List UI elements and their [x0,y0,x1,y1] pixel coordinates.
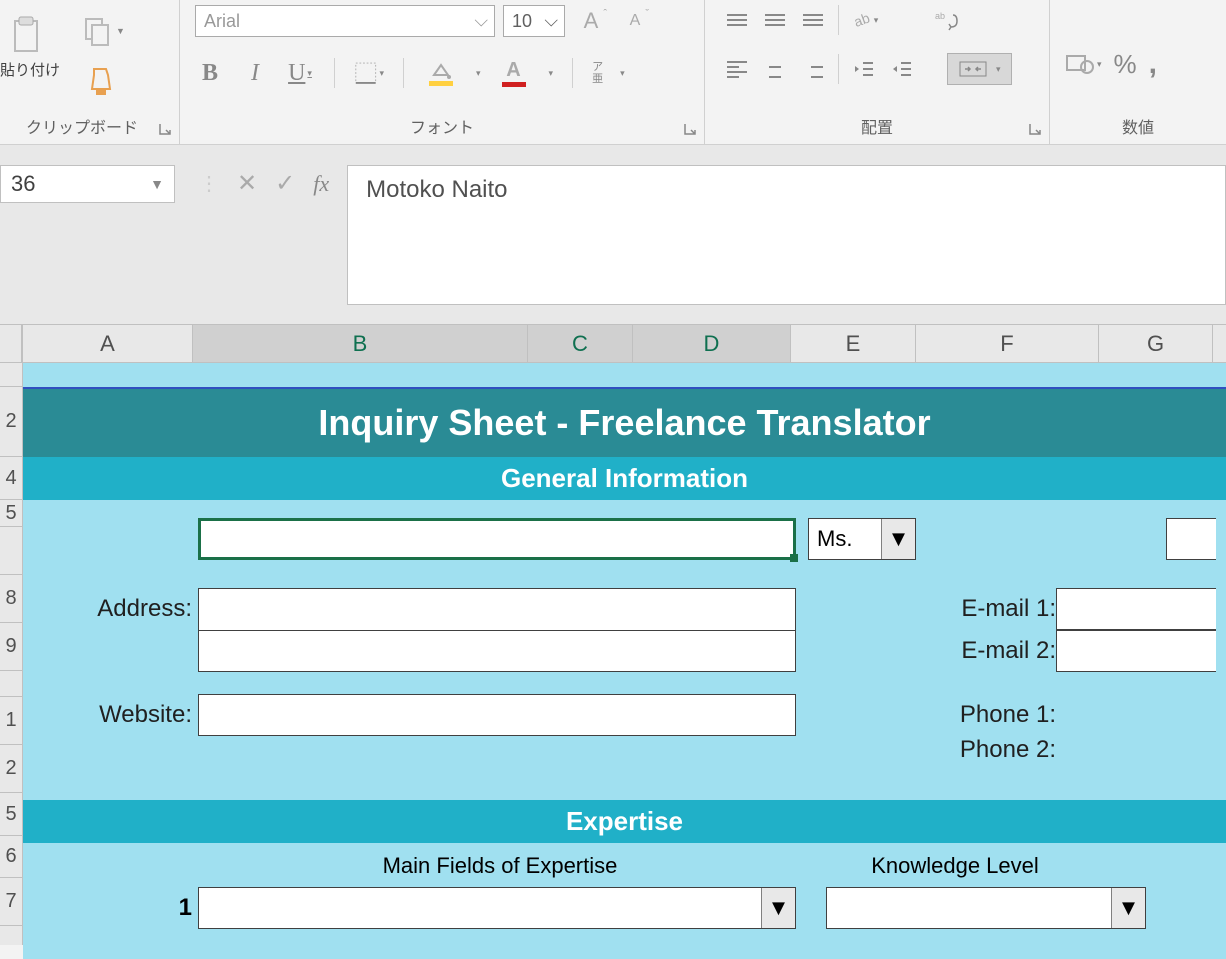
email2-input[interactable] [1056,630,1216,672]
phone1-label: Phone 1: [926,701,1056,729]
row-header[interactable]: 2 [0,745,22,793]
col-header[interactable]: C [528,325,633,362]
format-painter-button[interactable] [86,65,118,102]
decrease-font-button[interactable]: Aˇ [617,6,653,36]
accounting-format-button[interactable]: ▾ [1065,52,1102,76]
align-center-button[interactable] [758,54,792,84]
col-header[interactable]: D [633,325,791,362]
comma-button[interactable]: , [1149,47,1157,81]
dropdown-arrow-icon[interactable]: ▼ [1111,888,1145,928]
address-label: Address: [33,595,198,623]
svg-text:ab: ab [935,11,945,21]
row-header[interactable]: 1 [0,697,22,745]
select-all-corner[interactable] [0,325,22,363]
fill-handle[interactable] [790,554,798,562]
column-headers: A B C D E F G [23,325,1226,363]
row-header[interactable] [0,671,22,697]
copy-button[interactable]: ▼ [80,15,125,47]
formula-input[interactable]: Motoko Naito [347,165,1226,305]
merge-center-button[interactable]: ▾ [947,53,1012,85]
spreadsheet-grid: 2 4 5 8 9 1 2 5 6 7 A B C D E F G Inquir… [0,325,1226,945]
website-input[interactable] [198,694,796,736]
formula-bar: 36 ▼ ⋮ ✕ ✓ fx Motoko Naito [0,145,1226,325]
alignment-label: 配置 [861,120,893,137]
email1-label: E-mail 1: [926,595,1056,623]
col-header[interactable]: F [916,325,1099,362]
borders-button[interactable]: ▾ [354,57,384,89]
expertise-select-1[interactable]: ▼ [198,887,796,929]
col-header[interactable]: B [193,325,528,362]
number-label: 数値 [1122,120,1154,137]
enter-formula-button[interactable]: ✓ [275,169,295,198]
col-header[interactable]: A [23,325,193,362]
website-label: Website: [33,701,198,729]
address-input-1[interactable] [198,588,796,630]
percent-button[interactable]: % [1114,49,1137,80]
form-title: Inquiry Sheet - Freelance Translator [23,387,1226,457]
email2-label: E-mail 2: [926,637,1056,665]
address-input-2[interactable] [198,630,796,672]
fx-icon[interactable]: fx [313,171,329,197]
align-bottom-button[interactable] [796,5,830,35]
row-header[interactable]: 9 [0,623,22,671]
fill-color-button[interactable] [423,61,459,86]
row-number-1: 1 [33,894,198,922]
decrease-indent-button[interactable] [847,54,881,84]
clipboard-group: 貼り付け ▼ [0,0,180,144]
align-top-button[interactable] [720,5,754,35]
section-general-info: General Information [23,457,1226,500]
cancel-formula-button[interactable]: ✕ [237,169,257,198]
phone2-label: Phone 2: [926,736,1056,764]
bold-button[interactable]: B [195,57,225,89]
ribbon: 貼り付け ▼ [0,0,1226,145]
align-left-button[interactable] [720,54,754,84]
section-expertise: Expertise [23,800,1226,843]
row-header[interactable]: 6 [0,836,22,878]
alignment-group: ab ▾ ab [705,0,1050,144]
align-middle-button[interactable] [758,5,792,35]
wrap-text-button[interactable]: ab [929,5,963,35]
input-right[interactable] [1166,518,1216,560]
svg-text:ab: ab [851,9,871,29]
row-header[interactable] [0,363,22,387]
col-header[interactable]: E [791,325,916,362]
italic-button[interactable]: I [240,57,270,89]
knowledge-select-1[interactable]: ▼ [826,887,1146,929]
phonetic-button[interactable]: ア 亜 [592,61,603,85]
clipboard-label: クリップボード [26,120,138,137]
row-header[interactable]: 8 [0,575,22,623]
row-header[interactable]: 5 [0,500,22,527]
font-group: Arial ⌵ 10 ⌵ Aˆ Aˇ B I U▾ [180,0,705,144]
dropdown-arrow-icon[interactable]: ▼ [881,519,915,559]
name-input[interactable] [198,518,796,560]
orientation-button[interactable]: ab ▾ [847,5,881,35]
knowledge-header: Knowledge Level [795,853,1115,879]
col-header[interactable]: G [1099,325,1213,362]
underline-button[interactable]: U▾ [285,57,315,89]
increase-indent-button[interactable] [885,54,919,84]
font-label: フォント [410,120,474,137]
row-header[interactable]: 2 [0,387,22,457]
row-header[interactable]: 7 [0,878,22,926]
number-group: ▾ % , 数値 [1050,0,1226,144]
increase-font-button[interactable]: Aˆ [573,6,609,36]
fields-header: Main Fields of Expertise [205,853,795,879]
dropdown-arrow-icon[interactable]: ▼ [761,888,795,928]
font-size-select[interactable]: 10 ⌵ [503,5,565,37]
clipboard-dialog-launcher[interactable] [158,122,172,136]
row-header[interactable] [0,527,22,575]
font-name-select[interactable]: Arial ⌵ [195,5,495,37]
font-color-button[interactable]: A [496,59,532,87]
row-header[interactable]: 4 [0,457,22,500]
salutation-select[interactable]: Ms. ▼ [808,518,916,560]
email1-input[interactable] [1056,588,1216,630]
alignment-dialog-launcher[interactable] [1028,122,1042,136]
name-box-dropdown-icon[interactable]: ▼ [150,176,164,192]
font-dialog-launcher[interactable] [683,122,697,136]
name-box[interactable]: 36 ▼ [0,165,175,203]
paste-button[interactable]: 貼り付け [0,15,60,80]
row-header[interactable]: 5 [0,793,22,836]
align-right-button[interactable] [796,54,830,84]
